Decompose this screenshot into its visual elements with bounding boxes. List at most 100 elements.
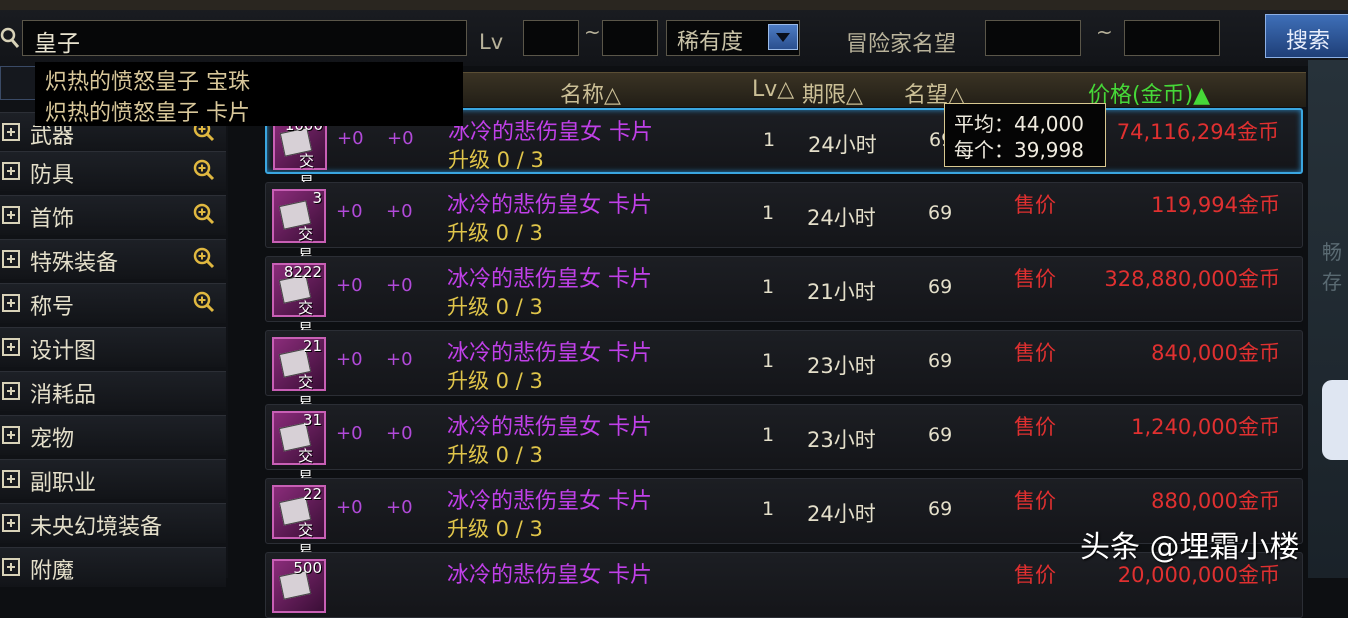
sort-price[interactable]: 价格(金币)▲: [1088, 77, 1210, 109]
item-level: 1: [762, 498, 775, 520]
expand-icon[interactable]: [2, 470, 20, 488]
suggestion-item[interactable]: 炽热的愤怒皇子 卡片: [45, 95, 250, 127]
listing-row[interactable]: 8222 交易 +0 +0 冰冷的悲伤皇女 卡片 升级 0 / 3 1 21小时 69 售价 328…: [265, 256, 1303, 338]
fame-min-input[interactable]: [985, 20, 1081, 56]
zoom-in-icon[interactable]: [193, 159, 215, 181]
background-text: 畅: [1322, 240, 1342, 264]
item-level: 1: [762, 424, 775, 446]
sidebar-item[interactable]: 首饰: [0, 195, 226, 235]
lv-max-input[interactable]: [602, 20, 658, 56]
item-upgrade: 升级 0 / 3: [447, 443, 543, 467]
listing-row[interactable]: 31 交易 +0 +0 冰冷的悲伤皇女 卡片 升级 0 / 3 1 23小时 69 售价 1,240…: [265, 404, 1303, 486]
item-price: 880,000金币: [1151, 489, 1280, 513]
reinforce-value: +0: [336, 423, 363, 444]
zoom-in-icon[interactable]: [193, 247, 215, 269]
sidebar-item-label: 称号: [30, 295, 75, 320]
expand-icon[interactable]: [2, 123, 20, 141]
item-level: 1: [762, 276, 775, 298]
item-duration: 24小时: [807, 502, 876, 526]
item-level: 1: [762, 350, 775, 372]
sort-name[interactable]: 名称△: [560, 77, 621, 109]
listing-row[interactable]: 21 交易 +0 +0 冰冷的悲伤皇女 卡片 升级 0 / 3 1 23小时 69 售价 840,0…: [265, 330, 1303, 412]
tooltip-each: 每个：39,998: [954, 138, 1084, 162]
zoom-in-icon[interactable]: [193, 203, 215, 225]
sidebar-item[interactable]: 副职业: [0, 459, 226, 499]
item-duration: 23小时: [807, 354, 876, 378]
item-count: 500: [293, 559, 322, 577]
expand-icon[interactable]: [2, 206, 20, 224]
watermark: 头条 @埋霜小楼: [1080, 530, 1300, 565]
sidebar-item[interactable]: 附魔: [0, 547, 226, 587]
chevron-down-icon[interactable]: [768, 24, 798, 50]
expand-icon[interactable]: [2, 558, 20, 576]
sidebar-item-label: 附魔: [30, 559, 75, 584]
item-fame: 69: [928, 350, 953, 372]
item-upgrade: 升级 0 / 3: [447, 517, 543, 541]
amplify-value: +0: [386, 423, 413, 444]
item-fame: 69: [928, 424, 953, 446]
sale-label: 售价: [1014, 489, 1056, 513]
search-input[interactable]: [22, 20, 467, 56]
search-button[interactable]: 搜索: [1265, 14, 1348, 58]
expand-icon[interactable]: [2, 338, 20, 356]
sort-lv[interactable]: Lv△: [752, 77, 794, 102]
item-card-icon[interactable]: 8222 交易: [272, 263, 326, 338]
expand-icon[interactable]: [2, 250, 20, 268]
sidebar-item[interactable]: 特殊装备: [0, 239, 226, 279]
item-name: 冰冷的悲伤皇女 卡片: [447, 341, 652, 366]
item-price: 328,880,000金币: [1104, 267, 1280, 291]
expand-icon[interactable]: [2, 294, 20, 312]
item-price: 840,000金币: [1151, 341, 1280, 365]
item-level: 1: [762, 202, 775, 224]
sort-duration[interactable]: 期限△: [802, 77, 863, 109]
item-card-icon[interactable]: 22 交易: [272, 485, 326, 560]
expand-icon[interactable]: [2, 382, 20, 400]
expand-icon[interactable]: [2, 162, 20, 180]
item-card-icon[interactable]: 500: [272, 559, 326, 613]
background-text: 存: [1322, 270, 1342, 294]
search-icon: [0, 27, 20, 48]
expand-icon[interactable]: [2, 426, 20, 444]
sale-label: 售价: [1014, 563, 1056, 587]
sale-label: 售价: [1014, 193, 1056, 217]
sidebar-item-label: 副职业: [30, 471, 97, 496]
sidebar-item[interactable]: 设计图: [0, 327, 226, 367]
amplify-value: +0: [386, 349, 413, 370]
sidebar-tab[interactable]: [0, 66, 40, 100]
character-figure: [1322, 380, 1348, 460]
item-upgrade: 升级 0 / 3: [447, 221, 543, 245]
sidebar-item-label: 消耗品: [30, 383, 97, 408]
lv-min-input[interactable]: [523, 20, 579, 56]
sidebar-item[interactable]: 防具: [0, 151, 226, 191]
sale-label: 售价: [1014, 341, 1056, 365]
item-fame: 69: [928, 276, 953, 298]
listing-row[interactable]: 3 交易 +0 +0 冰冷的悲伤皇女 卡片 升级 0 / 3 1 24小时 69 售价 119,99…: [265, 182, 1303, 264]
item-name: 冰冷的悲伤皇女 卡片: [448, 120, 653, 145]
item-fame: 69: [928, 498, 953, 520]
suggestion-item[interactable]: 炽热的愤怒皇子 宝珠: [45, 64, 250, 96]
search-input-value: 皇子: [34, 31, 80, 57]
fame-max-input[interactable]: [1124, 20, 1220, 56]
item-count: 3: [312, 189, 322, 207]
item-name: 冰冷的悲伤皇女 卡片: [447, 267, 652, 292]
lv-range-separator: ~: [584, 20, 601, 44]
sidebar-item[interactable]: 宠物: [0, 415, 226, 455]
background-panel: [1308, 60, 1348, 578]
amplify-value: +0: [386, 201, 413, 222]
sidebar-item[interactable]: 消耗品: [0, 371, 226, 411]
search-suggestions: 炽热的愤怒皇子 宝珠 炽热的愤怒皇子 卡片: [35, 62, 463, 126]
sale-label: 售价: [1014, 415, 1056, 439]
zoom-in-icon[interactable]: [193, 291, 215, 313]
sidebar-item[interactable]: 未央幻境装备: [0, 503, 226, 543]
item-card-icon[interactable]: 31 交易: [272, 411, 326, 486]
item-fame: 69: [928, 202, 953, 224]
sidebar-item-label: 未央幻境装备: [30, 515, 163, 540]
reinforce-value: +0: [336, 497, 363, 518]
expand-icon[interactable]: [2, 514, 20, 532]
item-card-icon[interactable]: 3 交易: [272, 189, 326, 264]
fame-label: 冒险家名望: [846, 32, 957, 57]
item-card-icon[interactable]: 21 交易: [272, 337, 326, 412]
reinforce-value: +0: [336, 201, 363, 222]
reinforce-value: +0: [337, 128, 364, 149]
sidebar-item[interactable]: 称号: [0, 283, 226, 323]
